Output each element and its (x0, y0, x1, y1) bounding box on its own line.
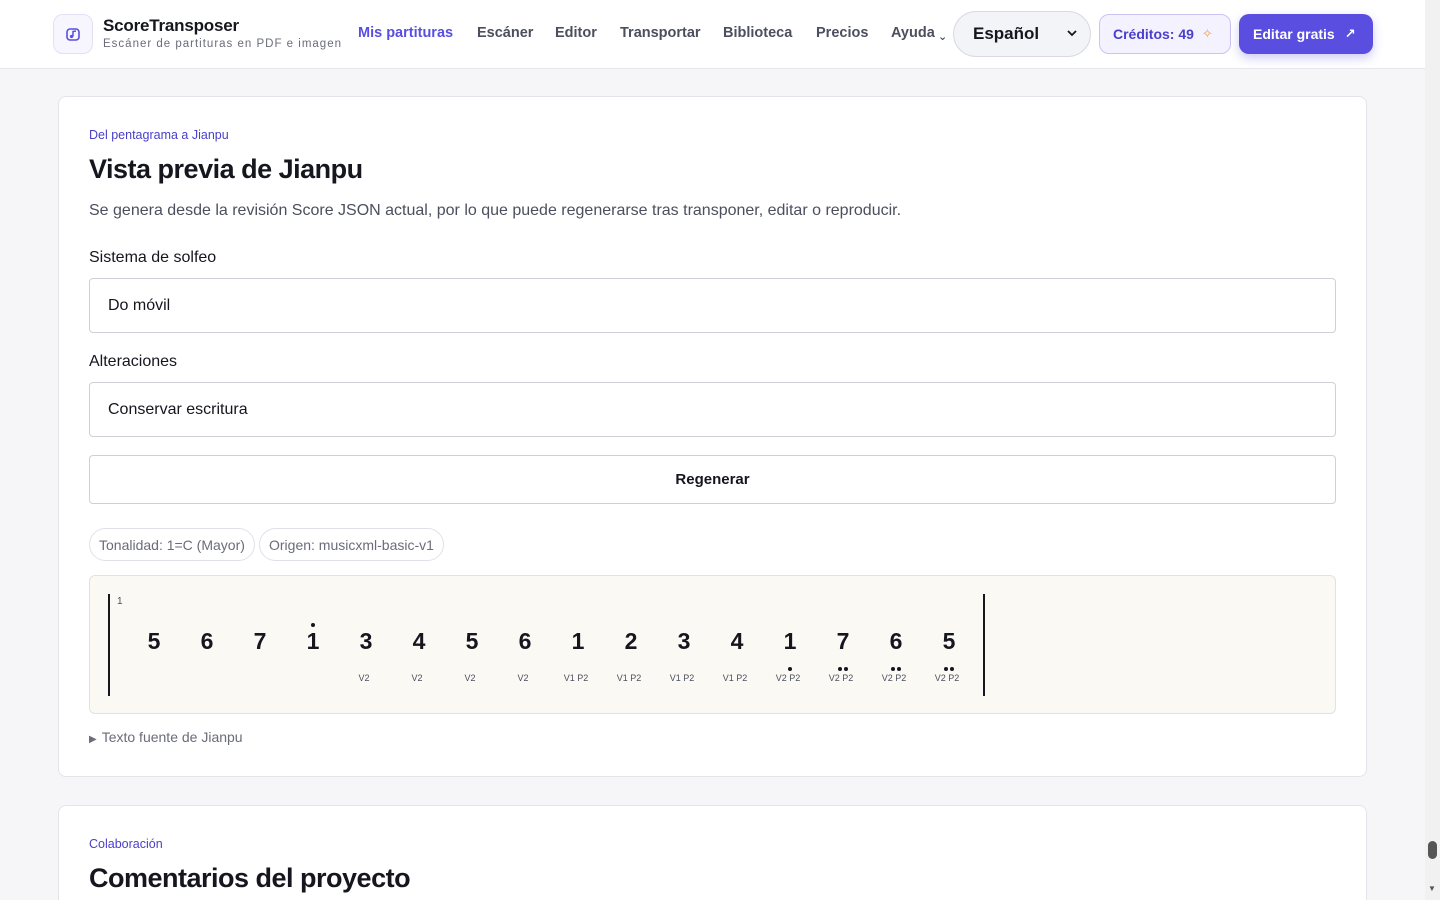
edit-free-button[interactable]: Editar gratis ↗ (1239, 14, 1373, 54)
jianpu-note-voice-label: V2 P2 (828, 673, 854, 683)
jianpu-preview-card: Del pentagrama a Jianpu Vista previa de … (58, 96, 1367, 777)
sparkle-icon: ✧ (1201, 26, 1213, 41)
jianpu-note: 6 (200, 628, 214, 654)
jianpu-eyebrow: Del pentagrama a Jianpu (89, 128, 229, 142)
jianpu-note: 7 (836, 628, 850, 654)
credits-label: Créditos: 49 (1113, 26, 1194, 42)
jianpu-note-voice-label: V2 P2 (881, 673, 907, 683)
nav-library[interactable]: Biblioteca (723, 25, 792, 41)
top-header: ScoreTransposer Escáner de partituras en… (0, 0, 1425, 69)
octave-dot-above (311, 623, 315, 627)
jianpu-source-label: Texto fuente de Jianpu (101, 729, 243, 745)
jianpu-note-voice-label: V1 P2 (616, 673, 642, 683)
solfege-label: Sistema de solfeo (89, 249, 217, 266)
octave-dot-below (788, 667, 792, 671)
comments-card: Colaboración Comentarios del proyecto (58, 805, 1367, 900)
nav-transpose[interactable]: Transportar (620, 25, 701, 41)
nav-my-scores[interactable]: Mis partituras (358, 25, 453, 41)
jianpu-note-voice-label: V1 P2 (563, 673, 589, 683)
credits-button[interactable]: Créditos: 49 ✧ (1099, 14, 1231, 54)
jianpu-title: Vista previa de Jianpu (89, 154, 363, 184)
jianpu-note-voice-label: V2 (411, 673, 423, 683)
language-select[interactable]: Español (953, 11, 1091, 57)
jianpu-note: 4 (730, 628, 744, 654)
accidentals-select[interactable]: Conservar escritura (89, 382, 1336, 437)
brand-name[interactable]: ScoreTransposer (103, 16, 239, 36)
key-chip: Tonalidad: 1=C (Mayor) (89, 528, 255, 561)
chevron-down-icon[interactable]: ⌄ (938, 30, 947, 43)
solfege-select[interactable]: Do móvil (89, 278, 1336, 333)
octave-dot-below (944, 667, 948, 671)
jianpu-note: 1 (306, 628, 320, 654)
edit-free-label: Editar gratis (1253, 26, 1335, 42)
source-chip: Origen: musicxml-basic-v1 (259, 528, 444, 561)
octave-dot-below (950, 667, 954, 671)
nav-pricing[interactable]: Precios (816, 25, 868, 41)
comments-title: Comentarios del proyecto (89, 863, 411, 893)
jianpu-note: 5 (147, 628, 161, 654)
arrow-up-right-icon: ↗ (1344, 26, 1356, 41)
measure-number: 1 (117, 596, 123, 607)
jianpu-note-voice-label: V2 (464, 673, 476, 683)
jianpu-source-toggle[interactable]: ▶ Texto fuente de Jianpu (89, 729, 243, 745)
jianpu-note-voice-label: V1 P2 (722, 673, 748, 683)
music-note-icon (66, 28, 80, 41)
jianpu-note-voice-label: V2 (517, 673, 529, 683)
comments-eyebrow: Colaboración (89, 837, 163, 851)
jianpu-note: 5 (465, 628, 479, 654)
nav-editor[interactable]: Editor (555, 25, 597, 41)
nav-help[interactable]: Ayuda (891, 25, 935, 41)
octave-dot-below (891, 667, 895, 671)
brand-tagline: Escáner de partituras en PDF e imagen (103, 38, 342, 50)
brand-logo[interactable] (53, 14, 93, 54)
octave-dot-below (838, 667, 842, 671)
jianpu-note: 4 (412, 628, 426, 654)
barline-end (983, 594, 985, 696)
jianpu-note: 5 (942, 628, 956, 654)
octave-dot-below (844, 667, 848, 671)
jianpu-note: 2 (624, 628, 638, 654)
chevron-down-icon (1066, 27, 1078, 42)
language-selected: Español (973, 24, 1040, 43)
jianpu-note-voice-label: V1 P2 (669, 673, 695, 683)
octave-dot-below (897, 667, 901, 671)
jianpu-note: 7 (253, 628, 267, 654)
jianpu-note-voice-label: V2 P2 (775, 673, 801, 683)
jianpu-note: 3 (677, 628, 691, 654)
barline-start (108, 594, 110, 696)
jianpu-notation: 1 5 6 7 1 3 V2 4 V2 5 V2 6 V2 1 V1 P2 2 V1 P2 3 V1 P2 4 V1 … (89, 575, 1336, 714)
scrollbar-thumb[interactable] (1428, 841, 1437, 859)
nav-scanner[interactable]: Escáner (477, 25, 533, 41)
jianpu-note-voice-label: V2 (358, 673, 370, 683)
jianpu-description: Se genera desde la revisión Score JSON a… (89, 202, 902, 219)
regenerate-button[interactable]: Regenerar (89, 455, 1336, 504)
jianpu-note: 3 (359, 628, 373, 654)
page-scrollbar[interactable]: ▼ (1425, 0, 1440, 900)
jianpu-note-voice-label: V2 P2 (934, 673, 960, 683)
scroll-down-icon[interactable]: ▼ (1428, 884, 1436, 893)
triangle-right-icon: ▶ (89, 734, 97, 745)
jianpu-note: 1 (571, 628, 585, 654)
jianpu-note: 6 (518, 628, 532, 654)
jianpu-note: 1 (783, 628, 797, 654)
jianpu-note: 6 (889, 628, 903, 654)
accidentals-label: Alteraciones (89, 353, 178, 370)
